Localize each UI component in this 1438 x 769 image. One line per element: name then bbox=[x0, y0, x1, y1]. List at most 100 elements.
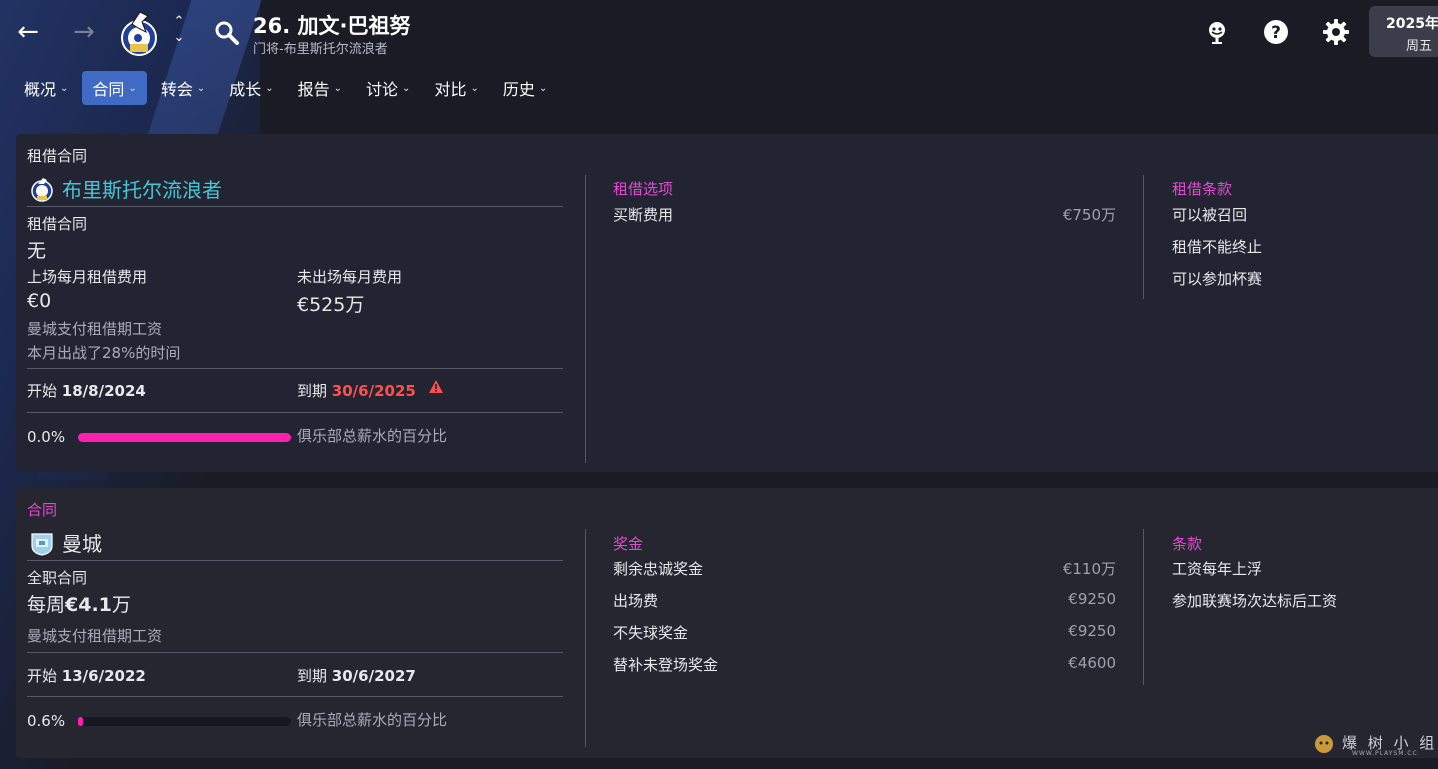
tab-compare[interactable]: 对比 ⌄ bbox=[424, 71, 488, 105]
tab-label: 成长 bbox=[229, 80, 262, 99]
bonus-value: €110万 bbox=[1062, 560, 1116, 578]
contract-start: 开始 13/6/2022 bbox=[27, 665, 146, 686]
bonus-value: €9250 bbox=[1068, 622, 1116, 640]
contract-wage-value: €4.1 bbox=[65, 594, 112, 616]
loan-clause-item: 可以参加杯赛 bbox=[1172, 270, 1263, 288]
loan-club-link[interactable]: 布里斯托尔流浪者 bbox=[30, 174, 222, 203]
help-icon[interactable]: ? bbox=[1262, 18, 1290, 46]
divider bbox=[27, 560, 563, 561]
loan-wage-percent: 0.0% bbox=[27, 428, 66, 446]
tab-label: 转会 bbox=[160, 80, 193, 99]
loan-start: 开始 18/8/2024 bbox=[27, 380, 146, 401]
loan-wage-percent-bar-fill bbox=[78, 433, 291, 442]
tab-history[interactable]: 历史 ⌄ bbox=[493, 71, 557, 105]
tab-transfer[interactable]: 转会 ⌄ bbox=[151, 71, 215, 105]
contract-wage: 每周€4.1万 bbox=[27, 590, 131, 617]
club-badge-icon bbox=[31, 532, 53, 556]
page-title: 26. 加文·巴祖努 bbox=[253, 14, 411, 38]
bonus-label: 出场费 bbox=[613, 592, 659, 610]
contract-wage-percent-bar-fill bbox=[78, 717, 84, 726]
search-icon[interactable] bbox=[214, 20, 240, 46]
contract-wage-suffix: 万 bbox=[111, 594, 131, 616]
chevron-down-icon: ⌄ bbox=[265, 82, 274, 94]
unplayed-fee-label: 未出场每月费用 bbox=[297, 268, 403, 286]
bonus-value: €4600 bbox=[1068, 654, 1116, 672]
contract-end: 到期 30/6/2027 bbox=[297, 665, 416, 686]
date-year: 2025年 bbox=[1386, 16, 1438, 32]
tab-reports[interactable]: 报告 ⌄ bbox=[288, 71, 352, 105]
column-divider bbox=[585, 529, 586, 747]
bonus-label: 剩余忠诚奖金 bbox=[613, 560, 704, 578]
divider bbox=[27, 368, 563, 369]
watermark: 爆 树 小 组 WWW.PLAYSM.CC bbox=[1312, 730, 1437, 757]
club-badge-icon[interactable] bbox=[118, 8, 160, 56]
watermark-url: WWW.PLAYSM.CC bbox=[1352, 750, 1418, 757]
contract-type: 全职合同 bbox=[27, 569, 88, 587]
tab-bar: 概况 ⌄ 合同 ⌄ 转会 ⌄ 成长 ⌄ 报告 ⌄ 讨论 ⌄ 对比 ⌄ 历史 ⌄ bbox=[14, 71, 561, 105]
tab-label: 合同 bbox=[92, 80, 125, 99]
loan-played-note: 本月出战了28%的时间 bbox=[27, 344, 181, 362]
loan-club-name: 布里斯托尔流浪者 bbox=[62, 178, 222, 202]
column-divider bbox=[1143, 529, 1144, 685]
divider bbox=[27, 696, 563, 697]
contract-clause-item: 工资每年上浮 bbox=[1172, 560, 1263, 578]
date-box[interactable]: 2025年 周五 bbox=[1369, 6, 1438, 57]
contract-club-link[interactable]: 曼城 bbox=[30, 528, 102, 557]
loan-clause-item: 租借不能终止 bbox=[1172, 238, 1263, 256]
contract-end-date: 30/6/2027 bbox=[331, 667, 416, 685]
player-switch-updown-icon[interactable]: ⌃ ⌄ bbox=[170, 14, 188, 50]
loan-clauses-title: 租借条款 bbox=[1172, 180, 1233, 198]
contract-clause-item: 参加联赛场次达标后工资 bbox=[1172, 592, 1338, 610]
tab-label: 概况 bbox=[24, 80, 57, 99]
settings-gear-icon[interactable] bbox=[1322, 18, 1350, 46]
tab-label: 报告 bbox=[297, 80, 330, 99]
tab-overview[interactable]: 概况 ⌄ bbox=[14, 71, 78, 105]
tab-discussion[interactable]: 讨论 ⌄ bbox=[356, 71, 420, 105]
contract-section-title: 合同 bbox=[27, 501, 58, 519]
divider bbox=[27, 412, 563, 413]
bonus-label: 不失球奖金 bbox=[613, 624, 689, 642]
chevron-down-icon: ⌄ bbox=[333, 82, 343, 94]
tab-label: 对比 bbox=[434, 80, 467, 99]
tab-development[interactable]: 成长 ⌄ bbox=[219, 71, 283, 105]
warning-icon[interactable] bbox=[429, 380, 443, 393]
contract-club-name: 曼城 bbox=[62, 532, 102, 556]
loan-type-value: 无 bbox=[27, 240, 47, 262]
divider bbox=[27, 652, 563, 653]
contract-start-label: 开始 bbox=[27, 667, 58, 685]
bonus-label: 替补未登场奖金 bbox=[613, 656, 719, 674]
page-subtitle: 门将-布里斯托尔流浪者 bbox=[253, 42, 388, 57]
loan-start-label: 开始 bbox=[27, 382, 58, 400]
buyout-fee-label: 买断费用 bbox=[613, 206, 674, 224]
chevron-down-icon: ⌄ bbox=[60, 82, 69, 94]
chevron-down-icon: ⌄ bbox=[470, 82, 479, 94]
contract-start-date: 13/6/2022 bbox=[61, 667, 146, 685]
watermark-logo-icon bbox=[1315, 735, 1333, 753]
column-divider bbox=[585, 175, 586, 463]
played-fee-value: €0 bbox=[27, 290, 52, 312]
loan-section-title: 租借合同 bbox=[27, 147, 88, 165]
loan-end-label: 到期 bbox=[297, 382, 328, 400]
contract-wage-percent-bar bbox=[78, 717, 291, 726]
chevron-down-icon: ⌄ bbox=[402, 82, 411, 94]
bonus-title: 奖金 bbox=[613, 535, 644, 553]
chevron-down-icon: ⌄ bbox=[538, 82, 548, 94]
loan-clause-item: 可以被召回 bbox=[1172, 206, 1248, 224]
top-bar: ← → ⌃ ⌄ 26. 加文·巴祖努 门将-布里斯托尔流浪者 ? 2025年 周… bbox=[0, 0, 1438, 66]
back-arrow-icon[interactable]: ← bbox=[14, 18, 42, 46]
divider bbox=[27, 206, 563, 207]
contract-wage-note: 曼城支付租借期工资 bbox=[27, 627, 163, 645]
chevron-down-icon: ⌄ bbox=[196, 82, 206, 94]
chevron-down-icon: ⌄ bbox=[128, 82, 137, 94]
buyout-fee-value: €750万 bbox=[1062, 206, 1116, 224]
forward-arrow-icon[interactable]: → bbox=[70, 18, 98, 46]
tab-contract[interactable]: 合同 ⌄ bbox=[82, 71, 147, 105]
contract-end-label: 到期 bbox=[297, 667, 328, 685]
loan-start-date: 18/8/2024 bbox=[61, 382, 146, 400]
contract-clauses-title: 条款 bbox=[1172, 535, 1203, 553]
contract-wage-percent: 0.6% bbox=[27, 712, 66, 730]
tab-label: 讨论 bbox=[366, 80, 399, 99]
contract-wage-percent-label: 俱乐部总薪水的百分比 bbox=[297, 711, 448, 729]
press-microphone-icon[interactable] bbox=[1203, 18, 1231, 46]
loan-options-title: 租借选项 bbox=[613, 180, 674, 198]
